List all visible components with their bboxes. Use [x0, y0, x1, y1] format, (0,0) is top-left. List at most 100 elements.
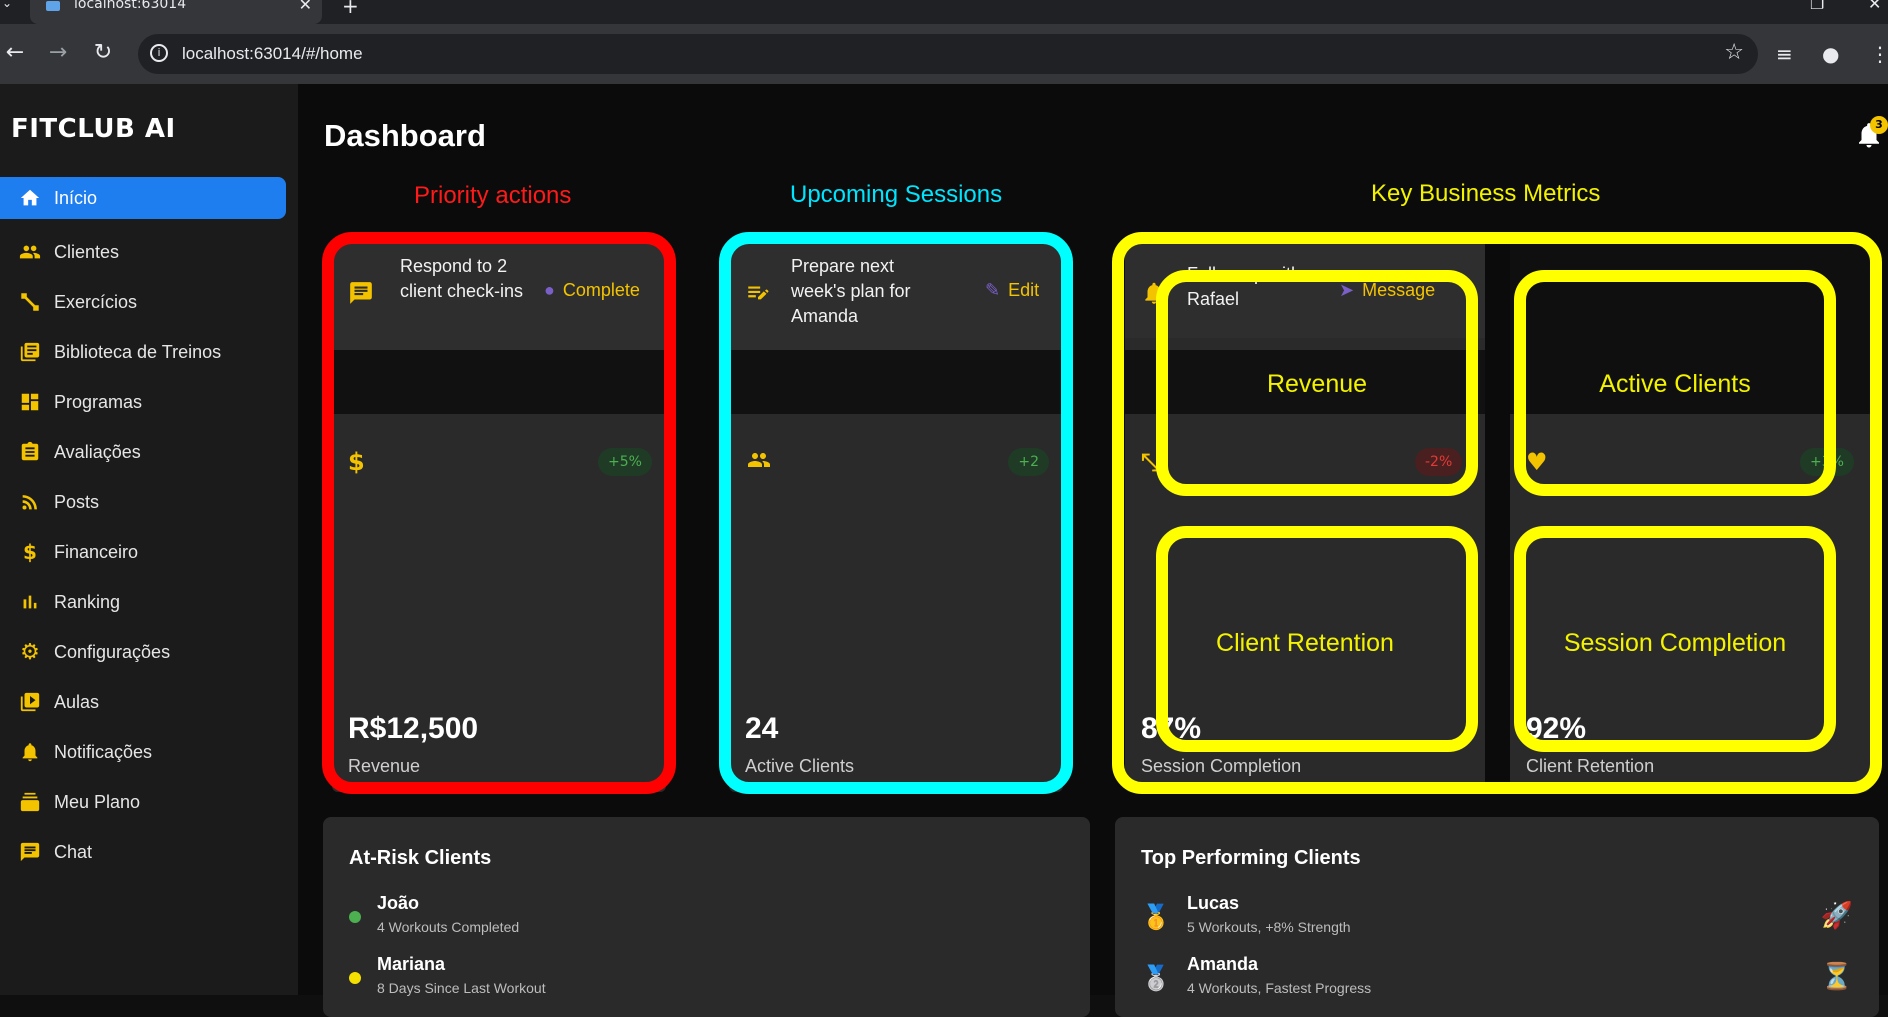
dollar-icon: $	[23, 540, 37, 564]
sidebar-item-inicio[interactable]: Início	[0, 177, 286, 219]
stack-icon	[18, 790, 42, 814]
address-bar[interactable]: i localhost:63014/#/home ☆	[138, 34, 1758, 74]
sidebar-item-label: Posts	[54, 491, 100, 512]
priority-frame	[322, 232, 676, 794]
sidebar-item-clientes[interactable]: Clientes	[0, 227, 286, 277]
sidebar-item-label: Aulas	[54, 691, 100, 712]
client-name: Mariana	[377, 954, 446, 974]
restore-window-icon[interactable]: ❐	[1810, 0, 1824, 13]
home-icon	[18, 186, 42, 210]
status-dot	[349, 911, 361, 923]
client-retention-highlight-label: Client Retention	[1216, 629, 1394, 657]
profile-icon[interactable]: ●	[1822, 42, 1839, 66]
panel-title: Top Performing Clients	[1141, 847, 1361, 869]
active-clients-highlight-label: Active Clients	[1599, 370, 1751, 398]
client-name: Amanda	[1187, 954, 1259, 974]
url-text[interactable]: localhost:63014/#/home	[182, 44, 363, 64]
sidebar-item-label: Biblioteca de Treinos	[54, 341, 222, 362]
section-label-metrics: Key Business Metrics	[1371, 180, 1601, 207]
status-dot	[349, 972, 361, 984]
main-content: Dashboard 3 Priority actions Upcoming Se…	[298, 84, 1888, 1017]
client-desc: 5 Workouts, +8% Strength	[1187, 919, 1351, 935]
site-info-icon[interactable]: i	[150, 44, 168, 62]
sidebar-item-label: Chat	[54, 841, 93, 862]
reload-icon[interactable]: ↻	[90, 40, 116, 66]
sidebar-item-label: Programas	[54, 391, 143, 412]
sidebar-item-posts[interactable]: Posts	[0, 477, 286, 527]
library-icon	[18, 340, 42, 364]
sidebar: FITCLUB AI Início Clientes Exercícios Bi…	[0, 84, 298, 995]
bar-chart-icon	[18, 590, 42, 614]
browser-tab[interactable]: localhost:63014 ✕	[30, 0, 322, 24]
dumbbell-icon	[18, 290, 42, 314]
browser-tab-strip: ⌄ localhost:63014 ✕ + ❐ ✕	[0, 0, 1888, 24]
section-label-priority: Priority actions	[414, 182, 572, 209]
client-name: Lucas	[1187, 893, 1240, 913]
video-library-icon	[18, 690, 42, 714]
list-item[interactable]: 🥈 Amanda 4 Workouts, Fastest Progress ⏳	[1141, 954, 1853, 1004]
rocket-icon: 🚀	[1820, 901, 1853, 931]
sidebar-item-notificacoes[interactable]: Notificações	[0, 727, 286, 777]
sidebar-item-configuracoes[interactable]: ⚙ Configurações	[0, 627, 286, 677]
sidebar-item-label: Ranking	[54, 591, 121, 612]
brand-logo: FITCLUB AI	[11, 114, 176, 144]
sidebar-item-aulas[interactable]: Aulas	[0, 677, 286, 727]
bell-icon	[18, 740, 42, 764]
revenue-highlight-label: Revenue	[1266, 370, 1368, 398]
sidebar-item-label: Avaliações	[54, 441, 141, 462]
gold-medal-icon: 🥇	[1141, 903, 1171, 931]
sidebar-item-label: Clientes	[54, 241, 120, 262]
dashboard-icon	[18, 390, 42, 414]
sidebar-item-label: Financeiro	[54, 541, 139, 562]
top-performing-panel: Top Performing Clients 🥇 Lucas 5 Workout…	[1115, 817, 1879, 1017]
gear-icon: ⚙	[20, 639, 40, 665]
users-icon	[18, 240, 42, 264]
sidebar-item-ranking[interactable]: Ranking	[0, 577, 286, 627]
sidebar-item-programas[interactable]: Programas	[0, 377, 286, 427]
browser-toolbar: ← → ↻ i localhost:63014/#/home ☆ ≡ ● ⋮	[0, 24, 1888, 84]
list-item[interactable]: João 4 Workouts Completed	[349, 893, 1039, 943]
client-desc: 4 Workouts Completed	[377, 919, 520, 935]
sidebar-item-label: Notificações	[54, 741, 153, 762]
sidebar-item-label: Início	[54, 187, 98, 208]
sidebar-item-financeiro[interactable]: $ Financeiro	[0, 527, 286, 577]
client-desc: 4 Workouts, Fastest Progress	[1187, 980, 1372, 996]
page-title: Dashboard	[324, 118, 486, 153]
back-icon[interactable]: ←	[2, 40, 28, 66]
upcoming-frame	[719, 232, 1073, 794]
notification-badge: 3	[1870, 116, 1888, 134]
sidebar-item-label: Exercícios	[54, 291, 138, 312]
sidebar-item-chat[interactable]: Chat	[0, 827, 286, 877]
tab-search-icon[interactable]: ⌄	[2, 0, 12, 10]
section-label-upcoming: Upcoming Sessions	[790, 181, 1003, 208]
favicon-icon	[46, 1, 60, 11]
sidebar-item-biblioteca[interactable]: Biblioteca de Treinos	[0, 327, 286, 377]
sidebar-item-label: Configurações	[54, 641, 171, 662]
bookmark-star-icon[interactable]: ☆	[1724, 40, 1744, 65]
tab-close-icon[interactable]: ✕	[299, 0, 312, 14]
close-window-icon[interactable]: ✕	[1868, 0, 1881, 13]
forward-icon[interactable]: →	[45, 40, 71, 66]
clipboard-icon	[18, 440, 42, 464]
media-control-icon[interactable]: ≡	[1776, 42, 1793, 66]
at-risk-panel: At-Risk Clients João 4 Workouts Complete…	[323, 817, 1090, 1017]
list-item[interactable]: Mariana 8 Days Since Last Workout	[349, 954, 1039, 1004]
hourglass-icon: ⏳	[1820, 962, 1853, 992]
sidebar-item-exercicios[interactable]: Exercícios	[0, 277, 286, 327]
list-item[interactable]: 🥇 Lucas 5 Workouts, +8% Strength 🚀	[1141, 893, 1853, 943]
sidebar-item-label: Meu Plano	[54, 791, 141, 812]
client-name: João	[377, 893, 420, 913]
notifications-button[interactable]: 3	[1854, 116, 1888, 150]
tab-title: localhost:63014	[74, 0, 187, 12]
sidebar-item-avaliacoes[interactable]: Avaliações	[0, 427, 286, 477]
rss-icon	[18, 490, 42, 514]
sidebar-menu: Início Clientes Exercícios Biblioteca de…	[0, 177, 298, 877]
chat-icon	[18, 840, 42, 864]
panel-title: At-Risk Clients	[349, 847, 492, 869]
session-completion-highlight-label: Session Completion	[1563, 629, 1787, 657]
client-desc: 8 Days Since Last Workout	[377, 980, 546, 996]
new-tab-icon[interactable]: +	[342, 0, 359, 18]
sidebar-item-meu-plano[interactable]: Meu Plano	[0, 777, 286, 827]
menu-kebab-icon[interactable]: ⋮	[1870, 42, 1888, 66]
silver-medal-icon: 🥈	[1141, 964, 1171, 992]
